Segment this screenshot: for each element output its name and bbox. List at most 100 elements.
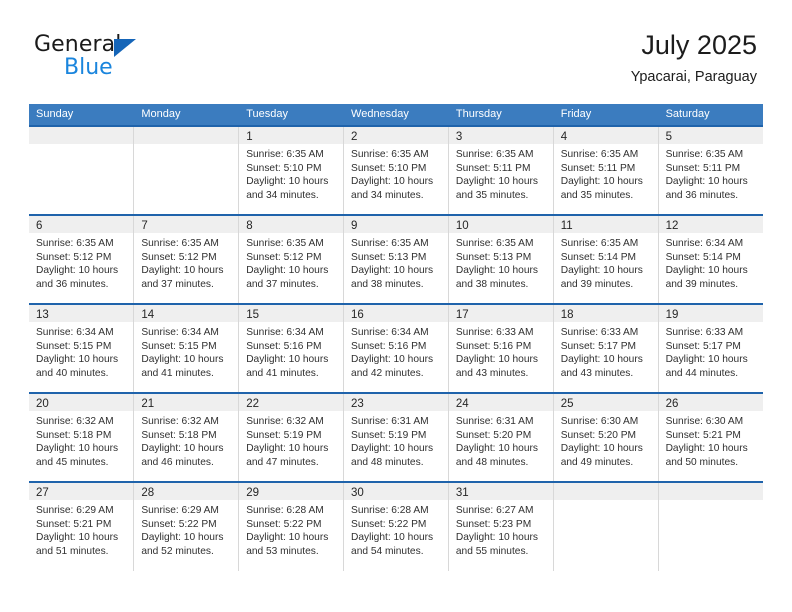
calendar-day-cell[interactable]: 3 Sunrise: 6:35 AM Sunset: 5:11 PM Daylight… <box>447 125 554 215</box>
sunrise-text: Sunrise: 6:30 AM <box>665 416 744 427</box>
sunset-text: Sunset: 5:16 PM <box>455 340 532 352</box>
daylight-text-line2: and 34 minutes. <box>246 189 319 201</box>
day-detail-lines <box>134 144 238 148</box>
calendar-day-cell[interactable]: 2 Sunrise: 6:35 AM Sunset: 5:10 PM Daylight… <box>343 125 449 215</box>
daylight-text-line2: and 36 minutes. <box>36 278 109 290</box>
sunrise-text: Sunrise: 6:27 AM <box>455 505 534 516</box>
day-number-band <box>134 127 239 144</box>
day-detail-lines: Sunrise: 6:34 AM Sunset: 5:16 PM Daylight:… <box>344 322 448 380</box>
sunset-text: Sunset: 5:21 PM <box>36 518 112 530</box>
daylight-text-line1: Daylight: 10 hours <box>665 443 748 455</box>
daylight-text-line1: Daylight: 10 hours <box>246 354 329 366</box>
weekday-header-monday: Monday <box>133 104 239 126</box>
day-cell-content: 22 Sunrise: 6:32 AM Sunset: 5:19 PM Dayligh… <box>239 394 344 481</box>
calendar-day-cell[interactable]: 1 Sunrise: 6:35 AM Sunset: 5:10 PM Daylight… <box>238 125 344 215</box>
day-number-band <box>29 127 134 144</box>
calendar-day-cell[interactable]: 21 Sunrise: 6:32 AM Sunset: 5:18 PM Dayligh… <box>133 392 239 482</box>
day-cell-content: 1 Sunrise: 6:35 AM Sunset: 5:10 PM Daylight… <box>239 127 344 214</box>
sunrise-text: Sunrise: 6:35 AM <box>560 149 639 160</box>
calendar-day-cell[interactable]: 26 Sunrise: 6:30 AM Sunset: 5:21 PM Dayligh… <box>657 392 763 482</box>
day-number: 18 <box>560 309 574 321</box>
calendar-day-cell[interactable]: 18 Sunrise: 6:33 AM Sunset: 5:17 PM Dayligh… <box>552 303 659 393</box>
day-number-band: 12 <box>658 216 763 233</box>
day-number: 25 <box>560 398 574 410</box>
daylight-text-line2: and 37 minutes. <box>141 278 214 290</box>
calendar-week-row: 27 Sunrise: 6:29 AM Sunset: 5:21 PM Dayligh… <box>29 481 763 571</box>
day-number-band: 13 <box>29 305 134 322</box>
calendar-day-cell[interactable]: 5 Sunrise: 6:35 AM Sunset: 5:11 PM Daylight… <box>657 125 763 215</box>
calendar-week-row: 20 Sunrise: 6:32 AM Sunset: 5:18 PM Dayligh… <box>29 392 763 482</box>
day-detail-lines <box>29 144 133 148</box>
daylight-text-line1: Daylight: 10 hours <box>36 443 119 455</box>
calendar-day-cell[interactable]: 24 Sunrise: 6:31 AM Sunset: 5:20 PM Dayligh… <box>447 392 554 482</box>
calendar-day-cell[interactable]: 6 Sunrise: 6:35 AM Sunset: 5:12 PM Daylight… <box>29 214 134 304</box>
sunrise-text: Sunrise: 6:34 AM <box>246 327 324 338</box>
daylight-text-line2: and 43 minutes. <box>560 367 634 379</box>
day-number-band: 4 <box>553 127 658 144</box>
day-cell-content: 11 Sunrise: 6:35 AM Sunset: 5:14 PM Dayligh… <box>553 216 658 303</box>
day-detail-lines: Sunrise: 6:31 AM Sunset: 5:19 PM Daylight:… <box>344 411 448 469</box>
calendar-day-cell[interactable]: 13 Sunrise: 6:34 AM Sunset: 5:15 PM Dayligh… <box>29 303 134 393</box>
sunrise-text: Sunrise: 6:32 AM <box>246 416 324 427</box>
daylight-text-line1: Daylight: 10 hours <box>665 265 748 277</box>
day-number-band: 17 <box>448 305 553 322</box>
daylight-text-line2: and 37 minutes. <box>246 278 319 290</box>
brand-logo: General Blue <box>34 34 264 90</box>
calendar-page: General Blue July 2025 Ypacarai, Paragua… <box>0 0 792 612</box>
sunset-text: Sunset: 5:22 PM <box>246 518 322 530</box>
day-number: 11 <box>560 220 573 232</box>
day-detail-lines: Sunrise: 6:34 AM Sunset: 5:15 PM Daylight:… <box>29 322 133 380</box>
brand-name-general: General <box>34 32 122 57</box>
calendar-day-cell[interactable]: 22 Sunrise: 6:32 AM Sunset: 5:19 PM Dayligh… <box>238 392 344 482</box>
day-detail-lines: Sunrise: 6:28 AM Sunset: 5:22 PM Daylight:… <box>239 500 343 558</box>
calendar-day-cell[interactable]: 19 Sunrise: 6:33 AM Sunset: 5:17 PM Dayligh… <box>657 303 763 393</box>
calendar-day-cell[interactable]: 16 Sunrise: 6:34 AM Sunset: 5:16 PM Dayligh… <box>343 303 449 393</box>
sunrise-text: Sunrise: 6:34 AM <box>141 327 219 338</box>
sunset-text: Sunset: 5:13 PM <box>455 251 532 263</box>
calendar-day-cell[interactable]: 14 Sunrise: 6:34 AM Sunset: 5:15 PM Dayligh… <box>133 303 239 393</box>
daylight-text-line1: Daylight: 10 hours <box>665 176 748 188</box>
calendar-day-cell[interactable]: 29 Sunrise: 6:28 AM Sunset: 5:22 PM Dayligh… <box>238 481 344 571</box>
sunrise-text: Sunrise: 6:35 AM <box>246 149 324 160</box>
calendar-day-cell[interactable]: 11 Sunrise: 6:35 AM Sunset: 5:14 PM Dayligh… <box>552 214 659 304</box>
day-number-band: 31 <box>448 483 553 500</box>
calendar-day-cell[interactable]: 20 Sunrise: 6:32 AM Sunset: 5:18 PM Dayligh… <box>29 392 134 482</box>
sunset-text: Sunset: 5:11 PM <box>455 162 531 174</box>
daylight-text-line1: Daylight: 10 hours <box>141 443 224 455</box>
calendar-day-cell[interactable]: 10 Sunrise: 6:35 AM Sunset: 5:13 PM Dayligh… <box>447 214 554 304</box>
sunset-text: Sunset: 5:12 PM <box>246 251 322 263</box>
day-number-band: 30 <box>344 483 448 500</box>
sunrise-text: Sunrise: 6:32 AM <box>36 416 114 427</box>
calendar-day-cell[interactable]: 8 Sunrise: 6:35 AM Sunset: 5:12 PM Daylight… <box>238 214 344 304</box>
calendar-day-cell[interactable]: 17 Sunrise: 6:33 AM Sunset: 5:16 PM Dayligh… <box>447 303 554 393</box>
day-number: 21 <box>141 398 155 410</box>
day-cell-content: 18 Sunrise: 6:33 AM Sunset: 5:17 PM Dayligh… <box>553 305 658 392</box>
day-cell-content: 15 Sunrise: 6:34 AM Sunset: 5:16 PM Dayligh… <box>239 305 344 392</box>
calendar-day-cell[interactable]: 7 Sunrise: 6:35 AM Sunset: 5:12 PM Daylight… <box>133 214 239 304</box>
calendar-day-cell[interactable]: 28 Sunrise: 6:29 AM Sunset: 5:22 PM Dayligh… <box>133 481 239 571</box>
calendar-day-cell[interactable]: 15 Sunrise: 6:34 AM Sunset: 5:16 PM Dayligh… <box>238 303 344 393</box>
calendar-day-cell[interactable]: 31 Sunrise: 6:27 AM Sunset: 5:23 PM Dayligh… <box>447 481 554 571</box>
day-number-band: 27 <box>29 483 134 500</box>
day-number: 24 <box>455 398 469 410</box>
day-cell-content: 4 Sunrise: 6:35 AM Sunset: 5:11 PM Daylight… <box>553 127 658 214</box>
calendar-day-cell[interactable]: 12 Sunrise: 6:34 AM Sunset: 5:14 PM Dayligh… <box>657 214 763 304</box>
sunset-text: Sunset: 5:14 PM <box>665 251 741 263</box>
day-detail-lines: Sunrise: 6:35 AM Sunset: 5:10 PM Daylight:… <box>239 144 343 202</box>
calendar-day-cell[interactable]: 27 Sunrise: 6:29 AM Sunset: 5:21 PM Dayligh… <box>29 481 134 571</box>
day-number: 8 <box>246 220 253 232</box>
sunset-text: Sunset: 5:15 PM <box>36 340 112 352</box>
daylight-text-line1: Daylight: 10 hours <box>141 265 224 277</box>
calendar-day-cell[interactable]: 9 Sunrise: 6:35 AM Sunset: 5:13 PM Daylight… <box>343 214 449 304</box>
daylight-text-line1: Daylight: 10 hours <box>560 354 643 366</box>
daylight-text-line1: Daylight: 10 hours <box>36 354 119 366</box>
calendar-day-cell[interactable]: 4 Sunrise: 6:35 AM Sunset: 5:11 PM Daylight… <box>552 125 659 215</box>
day-number: 3 <box>455 131 463 143</box>
day-cell-content: 10 Sunrise: 6:35 AM Sunset: 5:13 PM Dayligh… <box>448 216 553 303</box>
day-cell-content: 31 Sunrise: 6:27 AM Sunset: 5:23 PM Dayligh… <box>448 483 553 571</box>
calendar-day-cell[interactable]: 25 Sunrise: 6:30 AM Sunset: 5:20 PM Dayligh… <box>552 392 659 482</box>
calendar-day-cell[interactable]: 23 Sunrise: 6:31 AM Sunset: 5:19 PM Dayligh… <box>343 392 449 482</box>
day-cell-content: 29 Sunrise: 6:28 AM Sunset: 5:22 PM Dayligh… <box>239 483 344 571</box>
calendar-day-cell[interactable]: 30 Sunrise: 6:28 AM Sunset: 5:22 PM Dayligh… <box>343 481 449 571</box>
daylight-text-line2: and 43 minutes. <box>455 367 529 379</box>
